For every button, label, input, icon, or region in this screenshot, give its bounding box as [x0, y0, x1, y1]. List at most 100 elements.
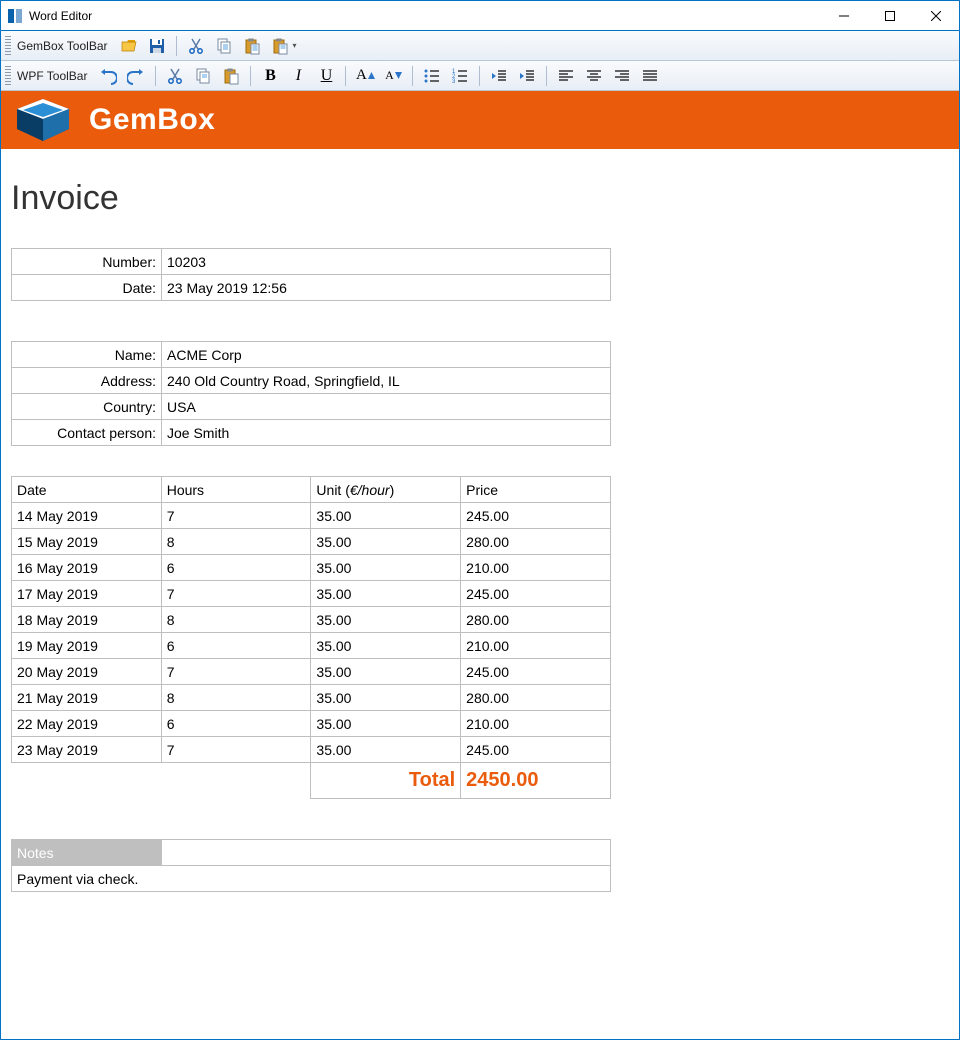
- window-maximize-button[interactable]: [867, 1, 913, 31]
- cell-unit[interactable]: 35.00: [311, 581, 461, 607]
- save-button[interactable]: [144, 34, 170, 58]
- table-row[interactable]: 16 May 2019635.00210.00: [12, 555, 611, 581]
- copy-button[interactable]: [190, 64, 216, 88]
- paste-button[interactable]: [218, 64, 244, 88]
- cell-price[interactable]: 280.00: [461, 685, 611, 711]
- cell-date[interactable]: 23 May 2019: [12, 737, 162, 763]
- cell-date[interactable]: 15 May 2019: [12, 529, 162, 555]
- numbered-list-button[interactable]: 123: [447, 64, 473, 88]
- increase-font-button[interactable]: A: [352, 64, 378, 88]
- copy-button[interactable]: [211, 34, 237, 58]
- table-row[interactable]: 17 May 2019735.00245.00: [12, 581, 611, 607]
- party-contact-value[interactable]: Joe Smith: [162, 420, 611, 446]
- cell-price[interactable]: 245.00: [461, 737, 611, 763]
- cell-hours[interactable]: 7: [161, 581, 311, 607]
- paste-special-caret-icon[interactable]: ▾: [293, 41, 300, 50]
- notes-table: Notes Payment via check.: [11, 839, 611, 892]
- cell-unit[interactable]: 35.00: [311, 685, 461, 711]
- cell-hours[interactable]: 8: [161, 607, 311, 633]
- bold-button[interactable]: B: [257, 64, 283, 88]
- table-row[interactable]: 14 May 2019735.00245.00: [12, 503, 611, 529]
- cell-hours[interactable]: 8: [161, 529, 311, 555]
- cell-price[interactable]: 280.00: [461, 529, 611, 555]
- cell-date[interactable]: 22 May 2019: [12, 711, 162, 737]
- cell-date[interactable]: 17 May 2019: [12, 581, 162, 607]
- cell-hours[interactable]: 7: [161, 503, 311, 529]
- cell-unit[interactable]: 35.00: [311, 555, 461, 581]
- meta-number-value[interactable]: 10203: [162, 249, 611, 275]
- table-row[interactable]: 21 May 2019835.00280.00: [12, 685, 611, 711]
- cell-unit[interactable]: 35.00: [311, 737, 461, 763]
- cell-date[interactable]: 16 May 2019: [12, 555, 162, 581]
- cell-price[interactable]: 210.00: [461, 711, 611, 737]
- cell-unit[interactable]: 35.00: [311, 529, 461, 555]
- increase-indent-button[interactable]: [514, 64, 540, 88]
- cell-hours[interactable]: 7: [161, 737, 311, 763]
- cell-unit[interactable]: 35.00: [311, 711, 461, 737]
- table-row[interactable]: 19 May 2019635.00210.00: [12, 633, 611, 659]
- italic-button[interactable]: I: [285, 64, 311, 88]
- cell-price[interactable]: 245.00: [461, 581, 611, 607]
- party-name-value[interactable]: ACME Corp: [162, 342, 611, 368]
- align-justify-button[interactable]: [637, 64, 663, 88]
- meta-number-label: Number:: [12, 249, 162, 275]
- cell-hours[interactable]: 6: [161, 711, 311, 737]
- paste-button[interactable]: [239, 34, 265, 58]
- cell-hours[interactable]: 7: [161, 659, 311, 685]
- window-close-button[interactable]: [913, 1, 959, 31]
- decrease-font-button[interactable]: A: [380, 64, 406, 88]
- notes-text[interactable]: Payment via check.: [12, 866, 611, 892]
- paste-special-button[interactable]: [267, 34, 293, 58]
- cell-hours[interactable]: 6: [161, 633, 311, 659]
- align-center-button[interactable]: [581, 64, 607, 88]
- cell-price[interactable]: 210.00: [461, 633, 611, 659]
- open-button[interactable]: [116, 34, 142, 58]
- cell-price[interactable]: 245.00: [461, 659, 611, 685]
- undo-button[interactable]: [95, 64, 121, 88]
- table-row[interactable]: 15 May 2019835.00280.00: [12, 529, 611, 555]
- cell-date[interactable]: 14 May 2019: [12, 503, 162, 529]
- meta-date-value[interactable]: 23 May 2019 12:56: [162, 275, 611, 301]
- toolbar-grip[interactable]: [5, 36, 11, 56]
- cell-date[interactable]: 18 May 2019: [12, 607, 162, 633]
- gembox-toolbar: GemBox ToolBar ▾: [1, 31, 959, 61]
- table-row[interactable]: 22 May 2019635.00210.00: [12, 711, 611, 737]
- cell-price[interactable]: 245.00: [461, 503, 611, 529]
- bullet-list-button[interactable]: [419, 64, 445, 88]
- cell-date[interactable]: 20 May 2019: [12, 659, 162, 685]
- cell-date[interactable]: 21 May 2019: [12, 685, 162, 711]
- cell-unit[interactable]: 35.00: [311, 659, 461, 685]
- cell-unit[interactable]: 35.00: [311, 607, 461, 633]
- table-row[interactable]: 20 May 2019735.00245.00: [12, 659, 611, 685]
- cut-button[interactable]: [162, 64, 188, 88]
- svg-text:3: 3: [452, 79, 456, 85]
- table-row[interactable]: 23 May 2019735.00245.00: [12, 737, 611, 763]
- cell-unit[interactable]: 35.00: [311, 633, 461, 659]
- party-name-label: Name:: [12, 342, 162, 368]
- cell-price[interactable]: 280.00: [461, 607, 611, 633]
- notes-header: Notes: [12, 840, 162, 866]
- table-row[interactable]: 18 May 2019835.00280.00: [12, 607, 611, 633]
- party-address-value[interactable]: 240 Old Country Road, Springfield, IL: [162, 368, 611, 394]
- document-area[interactable]: GemBox Invoice Number: 10203 Date: 23 Ma…: [1, 91, 959, 902]
- cell-date[interactable]: 19 May 2019: [12, 633, 162, 659]
- toolbar-grip[interactable]: [5, 66, 11, 86]
- cell-hours[interactable]: 8: [161, 685, 311, 711]
- window-minimize-button[interactable]: [821, 1, 867, 31]
- cell-hours[interactable]: 6: [161, 555, 311, 581]
- invoice-meta-table: Number: 10203 Date: 23 May 2019 12:56: [11, 248, 611, 301]
- party-address-label: Address:: [12, 368, 162, 394]
- total-value: 2450.00: [461, 763, 611, 799]
- cell-price[interactable]: 210.00: [461, 555, 611, 581]
- table-row: Contact person:Joe Smith: [12, 420, 611, 446]
- underline-button[interactable]: U: [313, 64, 339, 88]
- align-right-button[interactable]: [609, 64, 635, 88]
- cut-button[interactable]: [183, 34, 209, 58]
- gembox-logo-icon: [11, 97, 75, 143]
- align-left-button[interactable]: [553, 64, 579, 88]
- brand-name: GemBox: [89, 103, 215, 137]
- party-country-value[interactable]: USA: [162, 394, 611, 420]
- cell-unit[interactable]: 35.00: [311, 503, 461, 529]
- decrease-indent-button[interactable]: [486, 64, 512, 88]
- redo-button[interactable]: [123, 64, 149, 88]
